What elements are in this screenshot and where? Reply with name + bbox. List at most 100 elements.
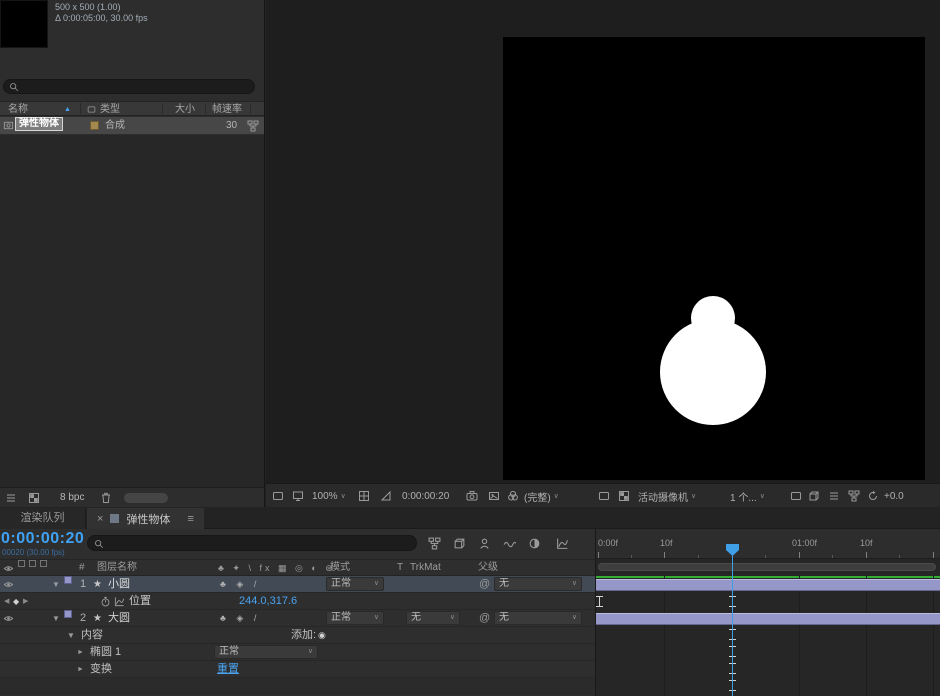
region-of-interest-icon[interactable] (598, 490, 610, 502)
twirl-open-icon[interactable]: ▼ (52, 610, 60, 627)
label-color-swatch[interactable] (90, 121, 99, 130)
blend-mode-dropdown[interactable]: 正常∨ (326, 577, 384, 591)
column-rate[interactable]: 帧速率 (212, 102, 242, 117)
keyframe[interactable] (596, 596, 603, 607)
current-time-display[interactable]: 0:00:00:20 (402, 484, 449, 508)
resolution-dropdown[interactable]: (完整)∨ (524, 484, 559, 508)
group-label[interactable]: 椭圆 1 (90, 644, 121, 661)
project-search-input[interactable] (3, 79, 255, 94)
monitor-icon[interactable] (292, 490, 304, 502)
pickwhip-icon[interactable]: @ (479, 610, 490, 627)
trash-icon[interactable] (100, 492, 112, 504)
comp-mini-flowchart-icon[interactable] (428, 537, 441, 550)
group-label[interactable]: 内容 (81, 627, 103, 644)
prev-keyframe-icon[interactable]: ◀ (4, 593, 9, 610)
motion-blur-icon[interactable] (528, 537, 541, 550)
graph-icon[interactable] (114, 596, 125, 607)
add-button-icon[interactable]: ◉ (318, 627, 326, 644)
snapshot-icon[interactable] (466, 490, 478, 502)
current-time-indicator-line[interactable] (732, 556, 733, 696)
timeline-current-time[interactable]: 0:00:00:20 (1, 530, 84, 548)
group-row-transform[interactable]: ► 变换 重置 (0, 661, 595, 678)
eye-icon[interactable] (3, 613, 14, 624)
column-trkmat[interactable]: TrkMat (410, 560, 441, 576)
reset-exposure-icon[interactable] (867, 490, 879, 502)
magnification-dropdown[interactable]: 100%∨ (312, 484, 346, 508)
twirl-open-icon[interactable]: ▼ (67, 627, 75, 644)
mask-visibility-icon[interactable] (380, 490, 392, 502)
fast-previews-icon[interactable] (808, 490, 820, 502)
layer-switches[interactable]: ♣ ◈ / (220, 610, 260, 627)
panel-menu-icon[interactable]: ≡ (187, 513, 193, 525)
timeline-button-icon[interactable] (828, 490, 840, 502)
transparency-grid-icon[interactable] (618, 490, 630, 502)
camera-view-dropdown[interactable]: 活动摄像机∨ (638, 484, 696, 508)
property-row-position[interactable]: ◀ ◆ ▶ 位置 244.0,317.6 (0, 593, 595, 610)
panel-scrollbar-thumb[interactable] (124, 493, 168, 503)
list-view-icon[interactable] (5, 492, 17, 504)
pickwhip-icon[interactable]: @ (479, 576, 490, 593)
time-ruler[interactable]: 0:00f 10f 01:00f 10f (596, 529, 940, 559)
timeline-search-input[interactable] (87, 535, 417, 551)
keyframe-toggle-icon[interactable]: ◆ (13, 593, 19, 610)
flowchart-icon[interactable] (848, 490, 860, 502)
shy-layers-icon[interactable] (478, 537, 491, 550)
show-snapshot-icon[interactable] (488, 490, 500, 502)
lock-icon[interactable] (40, 560, 47, 567)
position-value[interactable]: 244.0,317.6 (239, 593, 297, 610)
exposure-value[interactable]: +0.0 (884, 484, 904, 508)
viewer-lock-icon[interactable] (272, 490, 284, 502)
tab-composition[interactable]: × 弹性物体 ≡ (87, 508, 204, 529)
close-icon[interactable]: × (97, 513, 103, 525)
shape-big-circle[interactable] (660, 319, 766, 425)
layer-row-2[interactable]: ▼ 2 ★ 大圆 ♣ ◈ / 正常∨ 无∨ @ 无∨ (0, 610, 595, 627)
parent-dropdown[interactable]: 无∨ (494, 577, 582, 591)
layer-bar-2[interactable] (596, 613, 940, 625)
tab-render-queue[interactable]: 渲染队列 (0, 508, 86, 529)
column-parent[interactable]: 父级 (478, 560, 498, 576)
column-layer-name[interactable]: 图层名称 (97, 560, 137, 576)
graph-editor-icon[interactable] (556, 537, 569, 550)
column-mode[interactable]: 模式 (330, 560, 350, 576)
twirl-closed-icon[interactable]: ► (77, 644, 84, 661)
twirl-open-icon[interactable]: ▼ (52, 576, 60, 593)
solo-icon[interactable] (29, 560, 36, 567)
layer-row-1[interactable]: ▼ 1 ★ 小圆 ♣ ◈ / 正常∨ @ 无∨ (0, 576, 595, 593)
column-t[interactable]: T (397, 560, 403, 576)
project-item-row[interactable]: 弹性物体 合成 30 (0, 117, 264, 134)
layer-color-swatch[interactable] (64, 576, 72, 584)
thumbnail-view-icon[interactable] (28, 492, 40, 504)
work-area-bar[interactable] (598, 563, 936, 571)
column-number[interactable]: # (79, 560, 85, 576)
frame-blend-icon[interactable] (503, 537, 516, 550)
composition-canvas[interactable] (503, 37, 925, 480)
audio-icon[interactable] (18, 560, 25, 567)
layer-name[interactable]: 小圆 (108, 576, 130, 593)
column-name[interactable]: 名称 (8, 102, 28, 117)
blend-mode-dropdown[interactable]: 正常∨ (326, 611, 384, 625)
view-layout-dropdown[interactable]: 1 个...∨ (730, 484, 765, 508)
parent-dropdown[interactable]: 无∨ (494, 611, 582, 625)
layer-bar-1[interactable] (596, 579, 940, 591)
column-type[interactable]: 类型 (100, 102, 120, 117)
layer-switches[interactable]: ♣ ◈ / (220, 576, 260, 593)
layer-color-swatch[interactable] (64, 610, 72, 618)
channel-icon[interactable] (507, 490, 519, 502)
draft-3d-icon[interactable] (453, 537, 466, 550)
pixel-aspect-icon[interactable] (790, 490, 802, 502)
eye-icon[interactable] (3, 563, 14, 574)
layer-name[interactable]: 大圆 (108, 610, 130, 627)
column-size[interactable]: 大小 (175, 102, 195, 117)
trkmat-dropdown[interactable]: 无∨ (406, 611, 460, 625)
next-keyframe-icon[interactable]: ▶ (23, 593, 28, 610)
project-list-empty-area[interactable] (0, 135, 264, 487)
ellipse-mode-dropdown[interactable]: 正常∨ (214, 645, 318, 659)
group-label[interactable]: 变换 (90, 661, 112, 678)
grid-guides-icon[interactable] (358, 490, 370, 502)
group-row-contents[interactable]: ▼ 内容 添加: ◉ (0, 627, 595, 644)
item-name-input[interactable]: 弹性物体 (15, 117, 63, 131)
group-row-ellipse[interactable]: ► 椭圆 1 正常∨ (0, 644, 595, 661)
bit-depth-label[interactable]: 8 bpc (60, 488, 84, 508)
reset-link[interactable]: 重置 (217, 661, 239, 678)
stopwatch-icon[interactable] (100, 596, 111, 607)
